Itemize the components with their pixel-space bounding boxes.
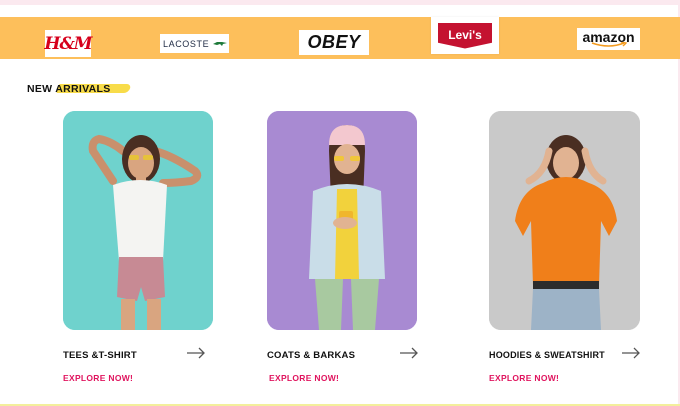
- crocodile-icon: [213, 42, 228, 46]
- brand-obey-text: OBEY: [307, 32, 361, 52]
- brand-logo-amazon[interactable]: amazon: [577, 28, 640, 50]
- card-label-tees: TEES &T-SHIRT: [63, 350, 137, 361]
- brand-levis-text: Levi's: [448, 27, 482, 42]
- card-label-coats: COATS & BARKAS: [267, 350, 356, 361]
- card-label-hoodies: HOODIES & SWEATSHIRT: [489, 350, 605, 360]
- brand-logo-obey[interactable]: OBEY: [299, 30, 369, 55]
- explore-now-link-tees[interactable]: EXPLORE NOW!: [63, 373, 133, 383]
- brand-logo-lacoste[interactable]: LACOSTE: [160, 34, 229, 53]
- section-title: NEW ARRIVALS: [27, 83, 111, 95]
- brand-logo-hm[interactable]: H&M: [44, 30, 93, 57]
- card-image-coats[interactable]: [267, 111, 417, 330]
- woman-in-white-tee-photo-icon: [63, 111, 213, 330]
- explore-now-link-hoodies[interactable]: EXPLORE NOW!: [489, 373, 559, 383]
- arrow-right-icon[interactable]: [621, 347, 641, 359]
- card-image-hoodies[interactable]: [489, 111, 640, 330]
- brand-lacoste-text: LACOSTE: [163, 38, 210, 49]
- arrow-right-icon[interactable]: [186, 347, 206, 359]
- brand-logo-levis[interactable]: Levi's: [431, 17, 499, 54]
- woman-in-denim-jacket-photo-icon: [267, 111, 417, 330]
- card-image-tees[interactable]: [63, 111, 213, 330]
- explore-now-link-coats[interactable]: EXPLORE NOW!: [269, 373, 339, 383]
- arrow-right-icon[interactable]: [399, 347, 419, 359]
- levis-batwing-icon: Levi's: [438, 22, 492, 49]
- amazon-smile-icon: [591, 42, 627, 47]
- top-accent-strip: [0, 0, 680, 5]
- brand-hm-text: H&M: [44, 33, 92, 54]
- woman-in-orange-hoodie-photo-icon: [489, 111, 640, 330]
